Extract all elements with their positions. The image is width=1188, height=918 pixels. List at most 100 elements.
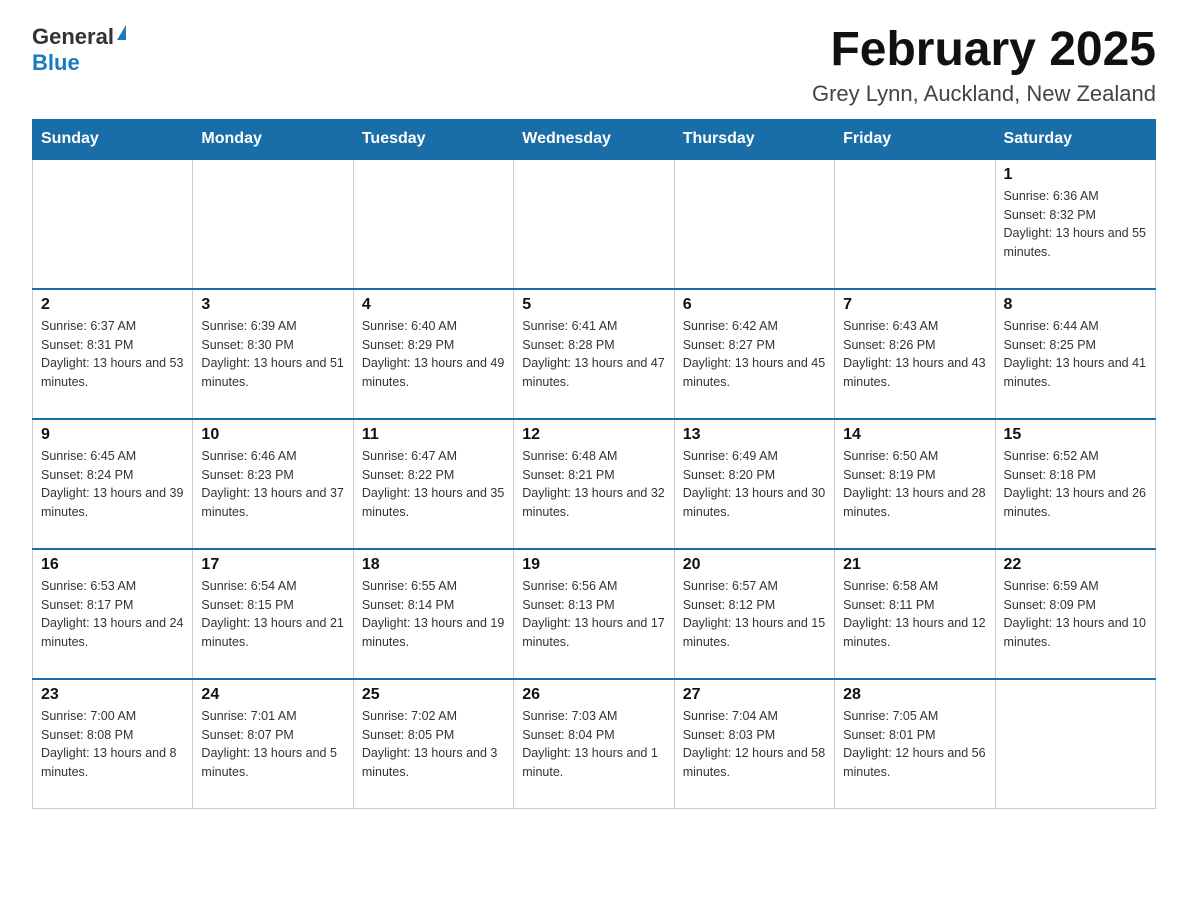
- day-info: Sunrise: 6:42 AM Sunset: 8:27 PM Dayligh…: [683, 317, 826, 392]
- calendar-cell: 10 Sunrise: 6:46 AM Sunset: 8:23 PM Dayli…: [193, 419, 353, 549]
- day-number: 7: [843, 296, 986, 314]
- day-info: Sunrise: 6:52 AM Sunset: 8:18 PM Dayligh…: [1004, 447, 1147, 522]
- calendar-cell: 15Sunrise: 6:52 AM Sunset: 8:18 PM Dayli…: [995, 419, 1155, 549]
- day-info: Sunrise: 6:58 AM Sunset: 8:11 PM Dayligh…: [843, 577, 986, 652]
- day-info: Sunrise: 7:03 AM Sunset: 8:04 PM Dayligh…: [522, 707, 665, 782]
- day-info: Sunrise: 6:55 AM Sunset: 8:14 PM Dayligh…: [362, 577, 505, 652]
- day-number: 13: [683, 426, 826, 444]
- calendar-cell: 14 Sunrise: 6:50 AM Sunset: 8:19 PM Dayli…: [835, 419, 995, 549]
- calendar-cell: 25Sunrise: 7:02 AM Sunset: 8:05 PM Dayli…: [353, 679, 513, 809]
- calendar-cell: 17 Sunrise: 6:54 AM Sunset: 8:15 PM Dayli…: [193, 549, 353, 679]
- day-number: 4: [362, 296, 505, 314]
- day-number: 24: [201, 686, 344, 704]
- calendar-cell: 28Sunrise: 7:05 AM Sunset: 8:01 PM Dayli…: [835, 679, 995, 809]
- calendar-cell: [353, 159, 513, 289]
- calendar-cell: 19 Sunrise: 6:56 AM Sunset: 8:13 PM Dayli…: [514, 549, 674, 679]
- day-number: 27: [683, 686, 826, 704]
- day-info: Sunrise: 6:49 AM Sunset: 8:20 PM Dayligh…: [683, 447, 826, 522]
- day-number: 25: [362, 686, 505, 704]
- day-number: 8: [1004, 296, 1147, 314]
- day-info: Sunrise: 6:45 AM Sunset: 8:24 PM Dayligh…: [41, 447, 184, 522]
- calendar-week-2: 2 Sunrise: 6:37 AM Sunset: 8:31 PM Daylig…: [33, 289, 1156, 419]
- calendar-cell: 2 Sunrise: 6:37 AM Sunset: 8:31 PM Daylig…: [33, 289, 193, 419]
- calendar-subtitle: Grey Lynn, Auckland, New Zealand: [812, 81, 1156, 107]
- calendar-cell: 16 Sunrise: 6:53 AM Sunset: 8:17 PM Dayli…: [33, 549, 193, 679]
- calendar-cell: 4Sunrise: 6:40 AM Sunset: 8:29 PM Daylig…: [353, 289, 513, 419]
- calendar-week-4: 16 Sunrise: 6:53 AM Sunset: 8:17 PM Dayli…: [33, 549, 1156, 679]
- logo-blue-text: Blue: [32, 50, 80, 76]
- calendar-week-3: 9Sunrise: 6:45 AM Sunset: 8:24 PM Daylig…: [33, 419, 1156, 549]
- day-number: 20: [683, 556, 826, 574]
- calendar-week-1: 1 Sunrise: 6:36 AM Sunset: 8:32 PM Daylig…: [33, 159, 1156, 289]
- day-info: Sunrise: 6:48 AM Sunset: 8:21 PM Dayligh…: [522, 447, 665, 522]
- day-info: Sunrise: 6:46 AM Sunset: 8:23 PM Dayligh…: [201, 447, 344, 522]
- day-info: Sunrise: 6:36 AM Sunset: 8:32 PM Dayligh…: [1004, 187, 1147, 262]
- day-info: Sunrise: 6:54 AM Sunset: 8:15 PM Dayligh…: [201, 577, 344, 652]
- day-info: Sunrise: 6:50 AM Sunset: 8:19 PM Dayligh…: [843, 447, 986, 522]
- calendar-cell: 12 Sunrise: 6:48 AM Sunset: 8:21 PM Dayli…: [514, 419, 674, 549]
- calendar-cell: 1 Sunrise: 6:36 AM Sunset: 8:32 PM Daylig…: [995, 159, 1155, 289]
- calendar-cell: [674, 159, 834, 289]
- calendar-cell: 11 Sunrise: 6:47 AM Sunset: 8:22 PM Dayli…: [353, 419, 513, 549]
- day-info: Sunrise: 6:47 AM Sunset: 8:22 PM Dayligh…: [362, 447, 505, 522]
- calendar-cell: 3 Sunrise: 6:39 AM Sunset: 8:30 PM Daylig…: [193, 289, 353, 419]
- calendar-cell: 24 Sunrise: 7:01 AM Sunset: 8:07 PM Dayli…: [193, 679, 353, 809]
- calendar-cell: [995, 679, 1155, 809]
- title-section: February 2025 Grey Lynn, Auckland, New Z…: [812, 24, 1156, 107]
- day-number: 28: [843, 686, 986, 704]
- calendar-cell: 21 Sunrise: 6:58 AM Sunset: 8:11 PM Dayli…: [835, 549, 995, 679]
- day-info: Sunrise: 7:00 AM Sunset: 8:08 PM Dayligh…: [41, 707, 184, 782]
- page-header: General Blue February 2025 Grey Lynn, Au…: [32, 24, 1156, 107]
- calendar-week-5: 23 Sunrise: 7:00 AM Sunset: 8:08 PM Dayli…: [33, 679, 1156, 809]
- calendar-cell: 7 Sunrise: 6:43 AM Sunset: 8:26 PM Daylig…: [835, 289, 995, 419]
- calendar-cell: 26 Sunrise: 7:03 AM Sunset: 8:04 PM Dayli…: [514, 679, 674, 809]
- weekday-header-friday: Friday: [835, 119, 995, 159]
- day-number: 16: [41, 556, 184, 574]
- weekday-header-monday: Monday: [193, 119, 353, 159]
- day-number: 10: [201, 426, 344, 444]
- day-number: 5: [522, 296, 665, 314]
- calendar-cell: 20 Sunrise: 6:57 AM Sunset: 8:12 PM Dayli…: [674, 549, 834, 679]
- day-number: 23: [41, 686, 184, 704]
- day-number: 21: [843, 556, 986, 574]
- calendar-cell: 9Sunrise: 6:45 AM Sunset: 8:24 PM Daylig…: [33, 419, 193, 549]
- logo-general-text: General: [32, 24, 114, 50]
- calendar-cell: 8 Sunrise: 6:44 AM Sunset: 8:25 PM Daylig…: [995, 289, 1155, 419]
- day-number: 18: [362, 556, 505, 574]
- day-info: Sunrise: 6:39 AM Sunset: 8:30 PM Dayligh…: [201, 317, 344, 392]
- calendar-cell: 27 Sunrise: 7:04 AM Sunset: 8:03 PM Dayli…: [674, 679, 834, 809]
- calendar-cell: [193, 159, 353, 289]
- day-number: 3: [201, 296, 344, 314]
- day-number: 14: [843, 426, 986, 444]
- calendar-title: February 2025: [812, 24, 1156, 77]
- day-info: Sunrise: 7:04 AM Sunset: 8:03 PM Dayligh…: [683, 707, 826, 782]
- day-number: 2: [41, 296, 184, 314]
- day-number: 19: [522, 556, 665, 574]
- calendar-cell: 6 Sunrise: 6:42 AM Sunset: 8:27 PM Daylig…: [674, 289, 834, 419]
- calendar-cell: 13 Sunrise: 6:49 AM Sunset: 8:20 PM Dayli…: [674, 419, 834, 549]
- day-number: 6: [683, 296, 826, 314]
- day-number: 1: [1004, 166, 1147, 184]
- day-info: Sunrise: 6:56 AM Sunset: 8:13 PM Dayligh…: [522, 577, 665, 652]
- weekday-header-sunday: Sunday: [33, 119, 193, 159]
- day-info: Sunrise: 6:44 AM Sunset: 8:25 PM Dayligh…: [1004, 317, 1147, 392]
- day-number: 11: [362, 426, 505, 444]
- weekday-header-wednesday: Wednesday: [514, 119, 674, 159]
- weekday-header-row: SundayMondayTuesdayWednesdayThursdayFrid…: [33, 119, 1156, 159]
- calendar-cell: [835, 159, 995, 289]
- calendar-cell: 5Sunrise: 6:41 AM Sunset: 8:28 PM Daylig…: [514, 289, 674, 419]
- calendar-table: SundayMondayTuesdayWednesdayThursdayFrid…: [32, 119, 1156, 810]
- day-info: Sunrise: 6:59 AM Sunset: 8:09 PM Dayligh…: [1004, 577, 1147, 652]
- day-info: Sunrise: 7:01 AM Sunset: 8:07 PM Dayligh…: [201, 707, 344, 782]
- day-number: 12: [522, 426, 665, 444]
- calendar-cell: 18 Sunrise: 6:55 AM Sunset: 8:14 PM Dayli…: [353, 549, 513, 679]
- day-info: Sunrise: 6:53 AM Sunset: 8:17 PM Dayligh…: [41, 577, 184, 652]
- weekday-header-saturday: Saturday: [995, 119, 1155, 159]
- day-info: Sunrise: 6:37 AM Sunset: 8:31 PM Dayligh…: [41, 317, 184, 392]
- day-info: Sunrise: 6:43 AM Sunset: 8:26 PM Dayligh…: [843, 317, 986, 392]
- day-info: Sunrise: 6:57 AM Sunset: 8:12 PM Dayligh…: [683, 577, 826, 652]
- calendar-cell: 23 Sunrise: 7:00 AM Sunset: 8:08 PM Dayli…: [33, 679, 193, 809]
- calendar-cell: [33, 159, 193, 289]
- day-number: 17: [201, 556, 344, 574]
- day-number: 26: [522, 686, 665, 704]
